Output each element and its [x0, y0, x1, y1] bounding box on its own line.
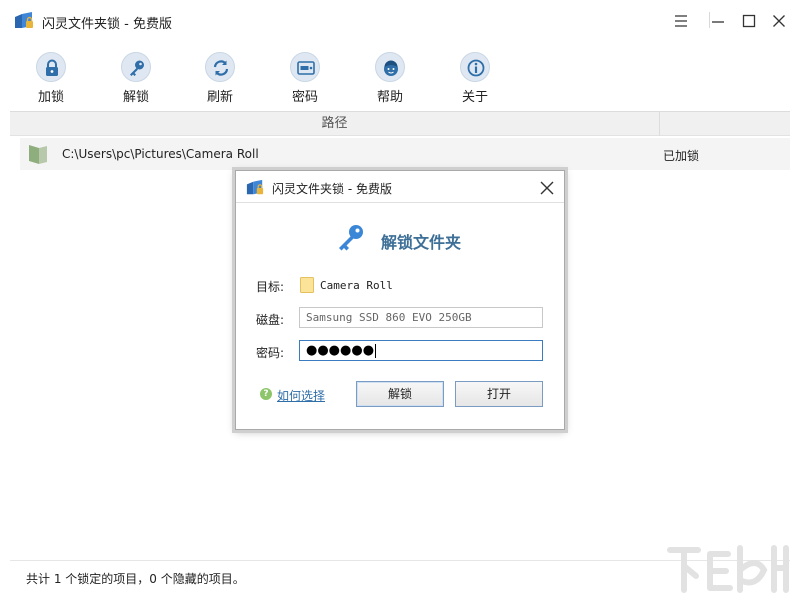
- refresh-icon: [213, 60, 229, 76]
- lock-button[interactable]: 加锁: [23, 52, 79, 108]
- unlock-button[interactable]: 解锁: [108, 52, 164, 108]
- status-text: 共计 1 个锁定的项目，0 个隐藏的项目。: [26, 572, 245, 586]
- app-logo-icon: [15, 12, 33, 28]
- lock-icon: [46, 59, 58, 76]
- target-value: Camera Roll: [320, 279, 393, 292]
- dialog-app-logo-icon: [246, 179, 264, 195]
- password-field-label: 密码:: [256, 346, 285, 360]
- minimize-icon: [712, 21, 724, 23]
- table-header: 路径: [10, 111, 790, 136]
- dialog-close-icon[interactable]: [538, 179, 556, 197]
- close-button[interactable]: [767, 10, 791, 32]
- folder-icon: [300, 277, 314, 293]
- lock-label: 加锁: [37, 90, 64, 105]
- minimize-button[interactable]: [706, 10, 730, 32]
- hamburger-icon: [675, 15, 687, 27]
- unlock-label: 解锁: [122, 90, 149, 105]
- unlock-dialog: 闪灵文件夹锁 - 免费版 解锁文件夹 目标: Camera Roll 磁盘: S…: [235, 170, 565, 430]
- help-face-icon: [384, 60, 398, 76]
- key-icon: [130, 60, 144, 76]
- target-label: 目标:: [256, 280, 285, 294]
- maximize-icon: [742, 14, 756, 28]
- window-title: 闪灵文件夹锁 - 免费版: [42, 17, 172, 32]
- password-icon: [297, 61, 315, 75]
- text-caret: [375, 343, 377, 358]
- refresh-button[interactable]: 刷新: [192, 52, 248, 108]
- help-label: 帮助: [376, 90, 403, 105]
- row-path: C:\Users\pc\Pictures\Camera Roll: [62, 147, 259, 161]
- dialog-title-bar: 闪灵文件夹锁 - 免费版: [236, 171, 564, 203]
- title-bar: 闪灵文件夹锁 - 免费版: [0, 0, 800, 42]
- maximize-button[interactable]: [737, 10, 761, 32]
- dialog-heading: 解锁文件夹: [381, 233, 462, 252]
- locked-folder-icon: [29, 145, 47, 164]
- refresh-label: 刷新: [206, 90, 233, 105]
- open-dialog-button[interactable]: 打开: [455, 381, 543, 407]
- close-icon: [773, 15, 785, 27]
- info-icon: [467, 59, 485, 77]
- column-header-path[interactable]: 路径: [10, 112, 660, 136]
- password-input[interactable]: ●●●●●●: [299, 340, 543, 361]
- dialog-title: 闪灵文件夹锁 - 免费版: [272, 182, 392, 196]
- table-row[interactable]: C:\Users\pc\Pictures\Camera Roll 已加锁: [20, 138, 790, 170]
- disk-field: Samsung SSD 860 EVO 250GB: [299, 307, 543, 328]
- about-button[interactable]: 关于: [447, 52, 503, 108]
- watermark-logo-icon: [667, 545, 789, 593]
- unlock-dialog-button[interactable]: 解锁: [356, 381, 444, 407]
- question-icon: ?: [260, 388, 272, 400]
- toolbar: 加锁 解锁 刷新 密码 帮助 关于: [0, 42, 800, 112]
- password-label: 密码: [291, 90, 318, 105]
- how-to-choose-link[interactable]: 如何选择: [277, 387, 325, 404]
- unlock-key-icon: [339, 225, 363, 251]
- menu-button[interactable]: [669, 10, 693, 32]
- help-button[interactable]: 帮助: [362, 52, 418, 108]
- row-status: 已加锁: [663, 149, 700, 163]
- about-label: 关于: [461, 90, 488, 105]
- disk-label: 磁盘:: [256, 313, 285, 327]
- password-button[interactable]: 密码: [277, 52, 333, 108]
- password-dots: ●●●●●●: [306, 343, 375, 358]
